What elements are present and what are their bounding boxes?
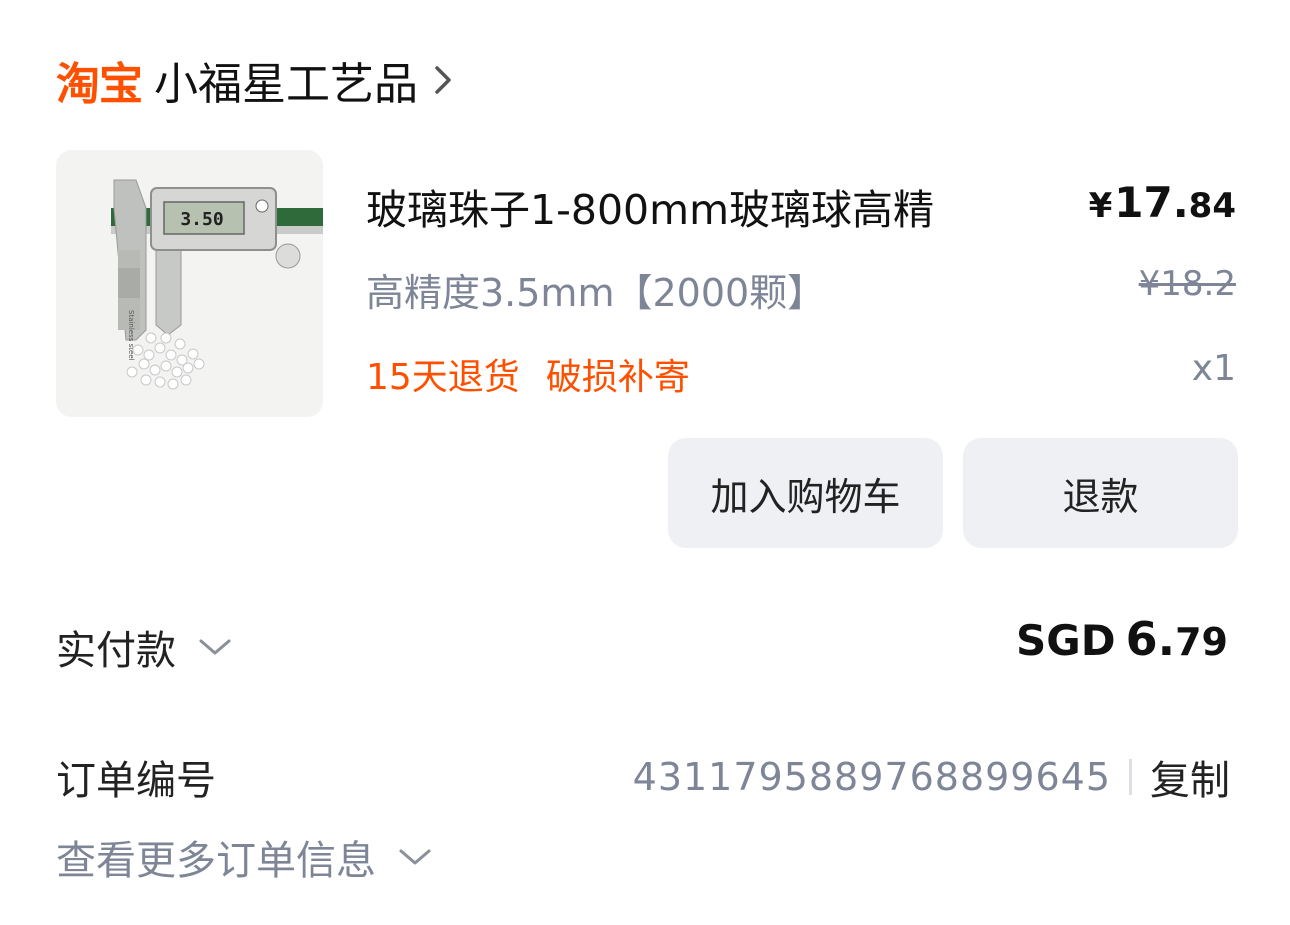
copy-button[interactable]: 复制 — [1150, 748, 1230, 806]
product-price: ¥17.84 — [1089, 178, 1236, 227]
price-integer: 17. — [1114, 178, 1189, 227]
divider — [1129, 759, 1132, 795]
caliper-reading: 3.50 — [180, 209, 223, 230]
order-number-row: 4311795889768899645 复制 — [633, 748, 1230, 806]
add-to-cart-button[interactable]: 加入购物车 — [668, 438, 943, 548]
product-thumbnail[interactable]: 3.50 Stainless steel — [56, 150, 323, 417]
chevron-down-icon — [399, 849, 431, 865]
tag-damage-reissue: 破损补寄 — [545, 357, 690, 398]
shop-name[interactable]: 小福星工艺品 — [154, 48, 418, 112]
caliper-with-glass-beads-image: 3.50 Stainless steel — [56, 150, 323, 417]
chevron-down-icon — [199, 639, 231, 655]
product-title[interactable]: 玻璃珠子1-800mm玻璃球高精 — [366, 176, 934, 236]
paid-amount-toggle[interactable]: 实付款 — [56, 618, 232, 676]
chevron-right-icon — [435, 66, 451, 94]
product-sku: 高精度3.5mm【2000颗】 — [366, 271, 826, 315]
paid-amount-integer: 6. — [1125, 612, 1176, 666]
more-order-info-toggle[interactable]: 查看更多订单信息 — [56, 828, 432, 886]
quantity: x1 — [1191, 348, 1236, 389]
price-decimal: 84 — [1188, 186, 1236, 226]
paid-currency: SGD — [1016, 616, 1116, 665]
tag-return: 15天退货 — [366, 357, 520, 398]
order-number: 4311795889768899645 — [632, 755, 1111, 799]
paid-amount: SGD 6.79 — [1016, 612, 1228, 666]
shop-header[interactable]: 淘宝 小福星工艺品 — [56, 50, 454, 110]
more-order-info-label: 查看更多订单信息 — [56, 838, 376, 884]
paid-amount-decimal: 79 — [1175, 620, 1228, 664]
refund-button[interactable]: 退款 — [963, 438, 1238, 548]
original-price: ¥18.2 — [1138, 264, 1236, 304]
order-number-label: 订单编号 — [56, 758, 216, 804]
price-symbol: ¥ — [1088, 186, 1113, 226]
paid-label: 实付款 — [56, 628, 176, 674]
service-tags: 15天退货 破损补寄 — [366, 348, 690, 400]
taobao-logo: 淘宝 — [56, 59, 143, 110]
